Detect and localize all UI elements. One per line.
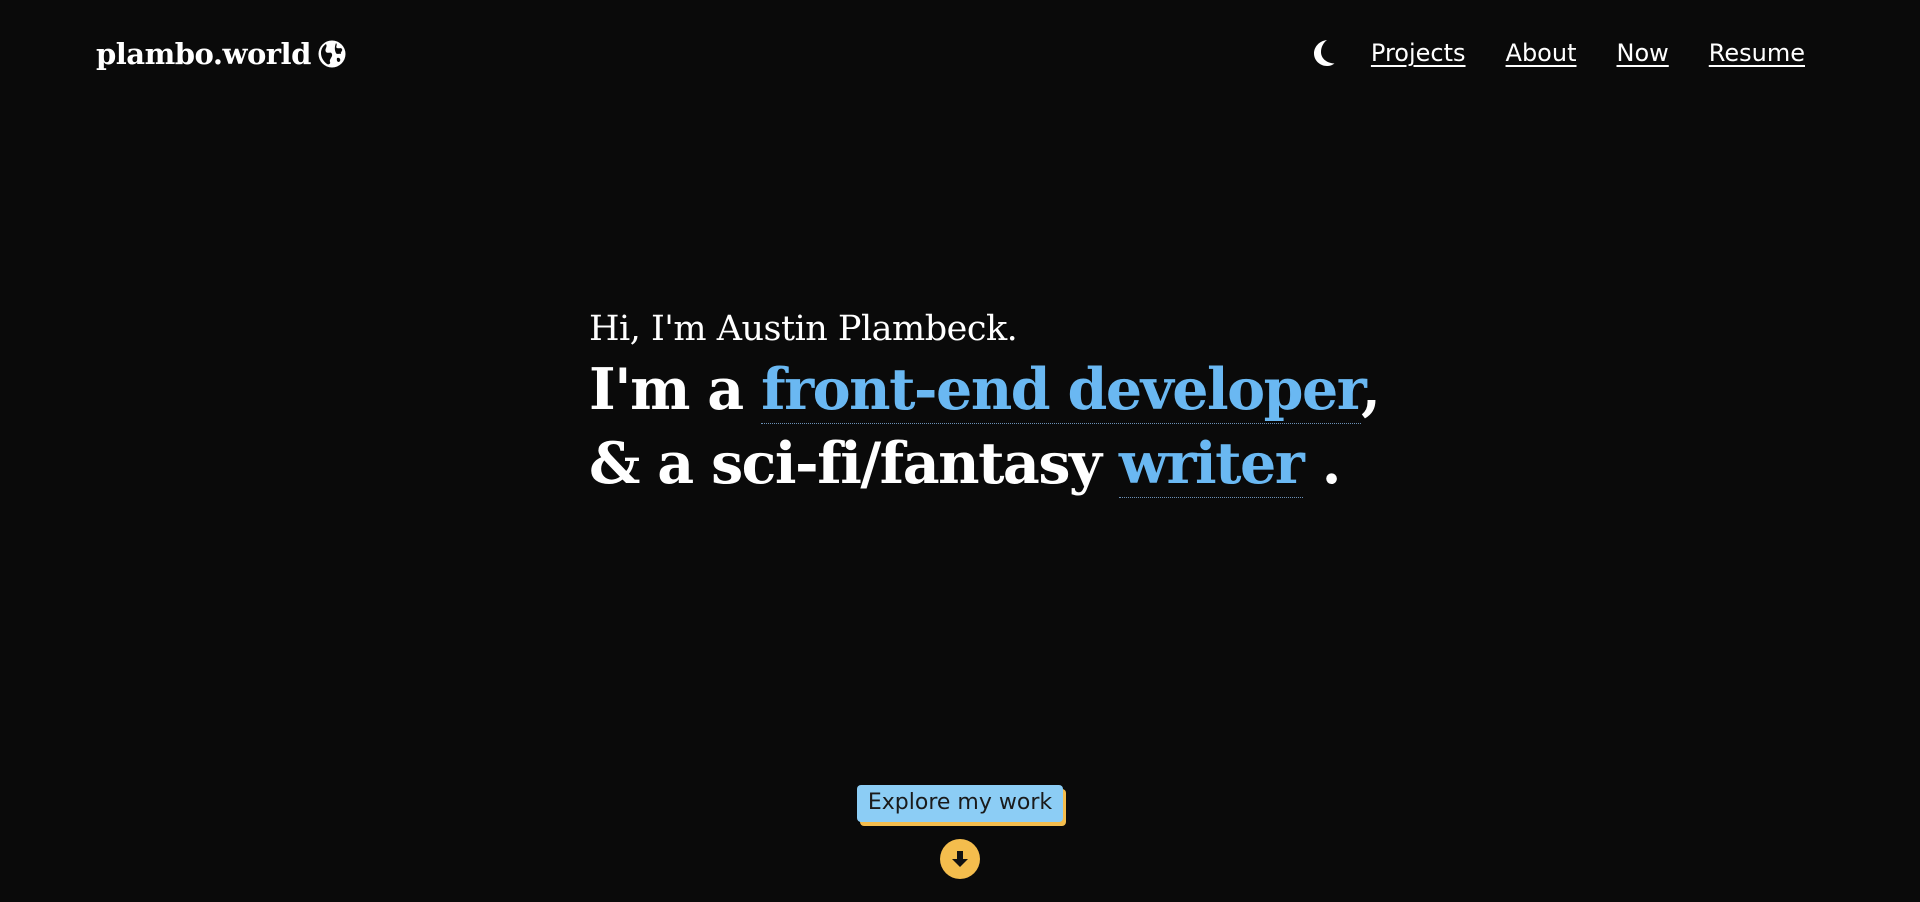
hero-greeting: Hi, I'm Austin Plambeck. (589, 309, 1018, 349)
nav-resume-link[interactable]: Resume (1709, 39, 1805, 67)
site-header: plambo.world Projects About Now Resume (0, 0, 1920, 110)
developer-link[interactable]: front-end developer (761, 356, 1363, 424)
nav-about-link[interactable]: About (1506, 39, 1577, 67)
arrow-down-icon[interactable] (940, 839, 980, 879)
page: plambo.world Projects About Now Resume H… (0, 0, 1920, 902)
hero-line1-prefix: I'm a (589, 356, 762, 423)
writer-link[interactable]: writer (1118, 430, 1305, 498)
hero-line2-prefix: & a sci-fi/fantasy (589, 430, 1119, 497)
main-nav: Projects About Now Resume (1309, 38, 1805, 68)
nav-projects-link[interactable]: Projects (1371, 39, 1466, 67)
logo-link[interactable]: plambo.world (96, 37, 347, 71)
cta-area: Explore my work (0, 785, 1920, 879)
globe-icon (317, 39, 347, 69)
nav-now-link[interactable]: Now (1617, 39, 1669, 67)
hero-line-developer: I'm a front-end developer, (589, 353, 1381, 427)
hero-line1-suffix: , (1361, 356, 1381, 423)
hero-line2-suffix: . (1303, 430, 1342, 497)
moon-icon[interactable] (1309, 38, 1339, 68)
hero-line-writer: & a sci-fi/fantasy writer . (589, 427, 1380, 501)
logo-text: plambo.world (96, 37, 311, 71)
hero: Hi, I'm Austin Plambeck. I'm a front-end… (589, 305, 1381, 501)
explore-work-button[interactable]: Explore my work (856, 785, 1064, 822)
